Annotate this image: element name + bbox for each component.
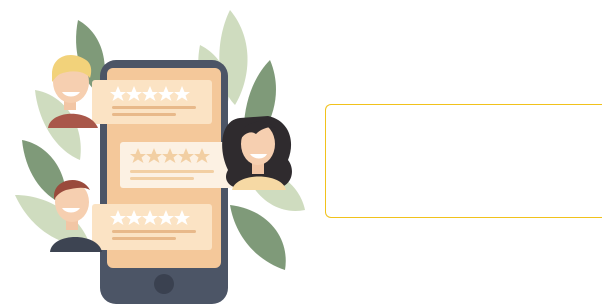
review-card-top [92,80,212,124]
reviewer-avatar-middle [222,116,292,190]
review-card-middle [120,142,238,188]
product-reviews-illustration [15,10,305,304]
empty-content-box [325,104,602,218]
review-card-bottom [92,204,212,250]
